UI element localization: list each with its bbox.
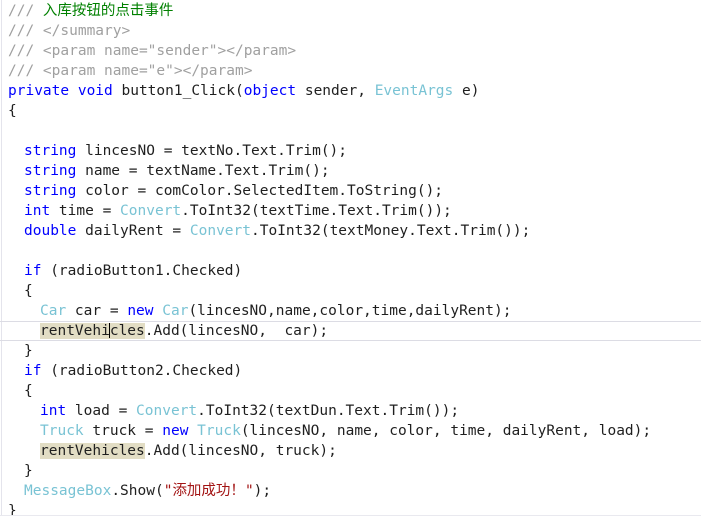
code-token-doc: /// </summary> [8,23,131,39]
code-token-kw: if [24,263,42,279]
code-token-type: Convert [120,203,182,219]
code-token-str: 添加成功！ [172,483,245,499]
code-line[interactable]: private void button1_Click(object sender… [0,81,701,101]
code-token-plain: e) [453,83,480,99]
code-token-plain: (lincesNO,name,color,time,dailyRent); [188,303,512,319]
code-line[interactable] [0,241,701,261]
code-line[interactable]: rentVehicles.Add(lincesNO, truck); [0,441,701,461]
code-token-type: Convert [189,223,251,239]
code-line[interactable]: MessageBox.Show("添加成功！"); [0,481,701,501]
code-line[interactable]: { [0,381,701,401]
code-token-doc: /// <param name="e"></param> [8,63,253,79]
code-line[interactable]: if (radioButton1.Checked) [0,261,701,281]
code-token-doc: /// <param name="sender"></param> [8,43,297,59]
code-token-type: Car [40,303,67,319]
code-text-area[interactable]: /// 入库按钮的点击事件 /// </summary> /// <param na… [0,0,701,521]
code-line[interactable]: string name = textName.Text.Trim(); [0,161,701,181]
code-line[interactable]: int time = Convert.ToInt32(textTime.Text… [0,201,701,221]
code-token-plain: { [24,383,33,399]
code-token-plain: sender, [296,83,375,99]
code-line[interactable]: } [0,461,701,481]
code-token-doc: /// [8,3,43,19]
code-line[interactable]: Car car = new Car(lincesNO,name,color,ti… [0,301,701,321]
code-line[interactable]: if (radioButton2.Checked) [0,361,701,381]
code-token-str: " [244,483,254,499]
code-token-kw: string [24,183,77,199]
code-token-type: Convert [136,403,198,419]
code-token-plain: color = comColor.SelectedItem.ToString()… [76,183,444,199]
code-editor-pane[interactable]: /// 入库按钮的点击事件 /// </summary> /// <param na… [0,0,701,522]
code-line[interactable]: /// 入库按钮的点击事件 [0,1,701,21]
code-line[interactable]: int load = Convert.ToInt32(textDun.Text.… [0,401,701,421]
code-line[interactable] [0,121,701,141]
code-line[interactable]: rentVehicles.Add(lincesNO, car); [0,321,701,341]
highlighted-symbol: rentVehi [40,323,110,339]
code-token-type: EventArgs [374,83,454,99]
code-token-plain: (radioButton2.Checked) [41,363,243,379]
code-line[interactable]: /// <param name="sender"></param> [0,41,701,61]
code-line[interactable]: { [0,281,701,301]
code-token-plain: load = [66,403,137,419]
code-token-type: Truck [197,423,241,439]
code-token-plain: car = [66,303,128,319]
code-token-kw: new [162,423,189,439]
code-line[interactable]: string lincesNO = textNo.Text.Trim(); [0,141,701,161]
code-line[interactable]: } [0,341,701,361]
code-token-type: Truck [40,423,84,439]
code-token-type: Car [162,303,189,319]
code-token-plain: } [24,463,33,479]
code-line[interactable]: string color = comColor.SelectedItem.ToS… [0,181,701,201]
code-token-plain: .Add(lincesNO, car); [144,323,329,339]
code-token-plain: { [24,283,33,299]
code-line[interactable]: Truck truck = new Truck(lincesNO, name, … [0,421,701,441]
code-token-plain: name = textName.Text.Trim(); [76,163,330,179]
code-token-plain: { [8,103,17,119]
code-token-kw: double [24,223,77,239]
code-token-kw: new [127,303,154,319]
code-token-plain: (radioButton1.Checked) [41,263,243,279]
code-token-plain: button1_Click( [112,83,244,99]
code-token-kw: int [40,403,67,419]
highlighted-symbol: cles [109,323,145,339]
code-line[interactable]: /// </summary> [0,21,701,41]
code-token-plain: ); [253,483,272,499]
code-line[interactable]: /// <param name="e"></param> [0,61,701,81]
highlighted-symbol: rentVehicles [40,443,145,459]
code-token-type: MessageBox [24,483,112,499]
code-token-plain: (lincesNO, name, color, time, dailyRent,… [240,423,652,439]
code-line[interactable]: { [0,101,701,121]
code-token-kw: if [24,363,42,379]
code-token-plain: .Add(lincesNO, truck); [144,443,337,459]
code-token-kw: string [24,163,77,179]
code-token-plain: lincesNO = textNo.Text.Trim(); [76,143,348,159]
code-token-kw: int [24,203,51,219]
code-line[interactable]: double dailyRent = Convert.ToInt32(textM… [0,221,701,241]
code-token-cmt: 入库按钮的点击事件 [42,3,174,19]
code-token-plain: .ToInt32(textTime.Text.Trim()); [181,203,452,219]
code-token-plain: dailyRent = [76,223,190,239]
code-token-plain: truck = [83,423,163,439]
code-token-plain: .Show( [111,483,164,499]
code-token-plain: } [24,343,33,359]
code-token-plain: .ToInt32(textMoney.Text.Trim()); [251,223,531,239]
code-token-plain: .ToInt32(textDun.Text.Trim()); [197,403,460,419]
editor-bottom-strip [0,516,701,522]
code-token-kw: private void [8,83,113,99]
code-token-kw: object [243,83,297,99]
code-token-kw: string [24,143,77,159]
code-token-plain: time = [50,203,121,219]
